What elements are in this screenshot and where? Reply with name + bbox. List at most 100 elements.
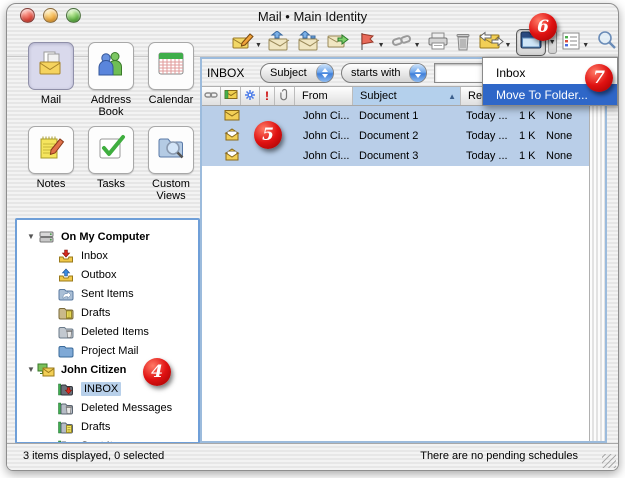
nav-button-grid: Mail Address Book Calendar Notes: [21, 42, 201, 202]
sent-folder-icon: [57, 287, 75, 301]
message-size: 1 K: [519, 110, 536, 122]
filter-field-value: Subject: [270, 67, 307, 79]
tree-item-label: Inbox: [81, 250, 108, 262]
reply-all-button[interactable]: [296, 30, 322, 54]
close-button[interactable]: [20, 8, 35, 23]
disclosure-triangle-icon[interactable]: ▼: [25, 232, 37, 241]
filter-operator-popup[interactable]: starts with: [341, 63, 427, 83]
imap-deleted-icon: [57, 401, 75, 415]
message-size: 1 K: [519, 150, 536, 162]
message-categories: None: [546, 130, 572, 142]
tree-item-label: John Citizen: [61, 364, 126, 376]
mail-window: Mail • Main Identity ▼ ▼: [6, 3, 619, 471]
title-bar[interactable]: Mail • Main Identity: [7, 4, 618, 28]
read-message-icon: [224, 128, 240, 144]
compose-icon: [232, 31, 254, 53]
links-column-header[interactable]: [202, 87, 221, 105]
tree-item-outbox[interactable]: Outbox: [17, 265, 198, 284]
message-from: John Ci...: [303, 150, 349, 162]
message-subject: Document 1: [359, 110, 418, 122]
tree-item-label: Sent Items: [81, 288, 134, 300]
minimize-button[interactable]: [43, 8, 58, 23]
compose-dropdown-arrow[interactable]: ▼: [255, 42, 262, 49]
imap-drafts-icon: [57, 420, 75, 434]
link-button[interactable]: [390, 30, 414, 54]
send-receive-dropdown-arrow[interactable]: ▼: [505, 42, 512, 49]
nav-calendar-label: Calendar: [149, 94, 194, 106]
views-dropdown-arrow[interactable]: ▼: [582, 42, 589, 49]
search-button[interactable]: [595, 30, 618, 54]
nav-address-book-button[interactable]: [88, 42, 134, 90]
trash-icon: [454, 31, 472, 54]
reply-button[interactable]: [266, 30, 292, 54]
send-receive-button[interactable]: [477, 30, 505, 54]
priority-icon: !: [265, 89, 269, 103]
reply-icon: [267, 31, 291, 54]
nav-notes-button[interactable]: [28, 126, 74, 174]
print-icon: [427, 31, 449, 54]
nav-tasks-button[interactable]: [88, 126, 134, 174]
nav-calendar-button[interactable]: [148, 42, 194, 90]
message-from: John Ci...: [303, 110, 349, 122]
message-categories: None: [546, 150, 572, 162]
search-icon: [596, 30, 617, 54]
message-received: Today ...: [466, 110, 508, 122]
tasks-icon: [96, 133, 126, 168]
forward-button[interactable]: [326, 30, 352, 54]
attachment-column-header[interactable]: [275, 87, 295, 105]
blue-flower-icon: [244, 89, 256, 104]
compose-button[interactable]: [231, 30, 255, 54]
resize-grip[interactable]: [602, 454, 616, 468]
tree-item-imap-inbox[interactable]: INBOX: [17, 379, 198, 398]
folder-icon: [57, 344, 75, 358]
vertical-scrollbar[interactable]: [589, 106, 605, 441]
popup-stepper-icon: [316, 64, 333, 82]
callout-badge-6: 6: [529, 13, 557, 41]
tree-item-imap-drafts[interactable]: Drafts: [17, 417, 198, 436]
status-column-header[interactable]: [221, 87, 241, 105]
tree-item-imap-deleted-messages[interactable]: Deleted Messages: [17, 398, 198, 417]
message-received: Today ...: [466, 130, 508, 142]
folder-tree-panel: ▼ On My Computer Inbox Outbox Sent Items…: [15, 218, 200, 444]
unread-message-icon: [224, 109, 240, 124]
tree-item-deleted-items[interactable]: Deleted Items: [17, 322, 198, 341]
priority-column-header[interactable]: !: [260, 87, 275, 105]
nav-address-book-label: Address Book: [82, 94, 140, 118]
online-status-column-header[interactable]: [241, 87, 260, 105]
outbox-tray-icon: [57, 268, 75, 282]
forward-icon: [327, 31, 351, 54]
tree-item-on-my-computer[interactable]: ▼ On My Computer: [17, 227, 198, 246]
tree-item-inbox[interactable]: Inbox: [17, 246, 198, 265]
message-list-panel: INBOX Subject starts with ! From Subje: [200, 57, 607, 443]
link-dropdown-arrow[interactable]: ▼: [414, 42, 421, 49]
imap-inbox-icon: [57, 382, 75, 396]
tree-item-drafts[interactable]: Drafts: [17, 303, 198, 322]
window-controls: [20, 8, 81, 23]
screen: Mail • Main Identity ▼ ▼: [0, 0, 625, 478]
column-label: From: [302, 90, 328, 102]
from-column-header[interactable]: From: [295, 87, 353, 105]
tree-item-label: On My Computer: [61, 231, 150, 243]
filter-field-popup[interactable]: Subject: [260, 63, 334, 83]
tree-item-label: Outbox: [81, 269, 116, 281]
nav-custom-views-button[interactable]: [148, 126, 194, 174]
mail-icon: [36, 49, 66, 84]
message-from: John Ci...: [303, 130, 349, 142]
subject-column-header[interactable]: Subject▲: [353, 87, 461, 105]
tree-item-sent-items[interactable]: Sent Items: [17, 284, 198, 303]
tree-item-label: Deleted Messages: [81, 402, 172, 414]
flag-dropdown-arrow[interactable]: ▼: [378, 42, 385, 49]
print-button[interactable]: [426, 30, 450, 54]
message-subject: Document 3: [359, 150, 418, 162]
message-row[interactable]: John Ci... Document 3 Today ... 1 K None: [202, 146, 590, 166]
zoom-button[interactable]: [66, 8, 81, 23]
flag-button[interactable]: [356, 30, 378, 54]
views-button[interactable]: [560, 30, 582, 54]
nav-mail-button[interactable]: [28, 42, 74, 90]
disclosure-triangle-icon[interactable]: ▼: [25, 365, 37, 374]
nav-custom-views-label: Custom Views: [142, 178, 200, 202]
tree-item-project-mail[interactable]: Project Mail: [17, 341, 198, 360]
window-title: Mail • Main Identity: [258, 9, 367, 24]
notes-icon: [36, 133, 66, 168]
delete-button[interactable]: [453, 30, 473, 54]
